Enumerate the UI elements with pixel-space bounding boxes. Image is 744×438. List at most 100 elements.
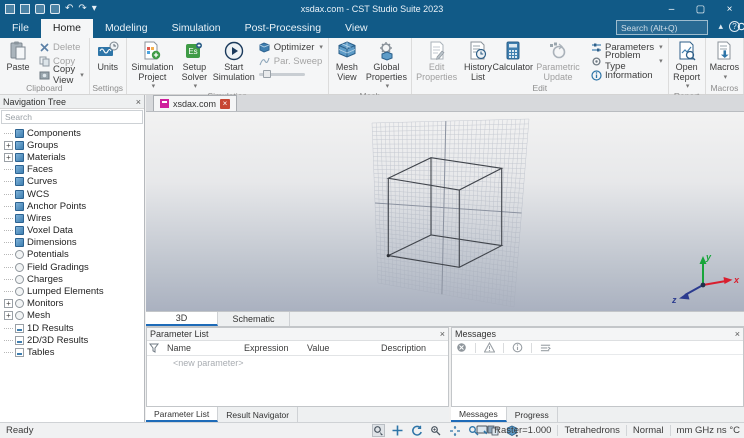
tab-view[interactable]: View [333, 19, 380, 38]
global-properties-button[interactable]: Global Properties ▾ [364, 39, 409, 91]
open-project-icon[interactable] [20, 4, 30, 14]
tab-3d[interactable]: 3D [146, 312, 218, 326]
minimize-button[interactable]: – [657, 0, 686, 18]
info-filter-icon[interactable] [512, 342, 523, 353]
undo-icon[interactable]: ↶ [65, 4, 73, 14]
copy-view-button[interactable]: Copy View ▾ [35, 64, 87, 86]
message-options-icon[interactable] [540, 342, 551, 353]
start-simulation-button[interactable]: Start Simulation [213, 39, 255, 83]
tab-file[interactable]: File [0, 19, 41, 38]
tree-item-curves[interactable]: Curves [4, 176, 144, 188]
tree-item-faces[interactable]: Faces [4, 164, 144, 176]
column-name[interactable]: Name [165, 343, 242, 353]
mesh-type-field[interactable]: Tetrahedrons [564, 425, 619, 436]
tree-item-voxel-data[interactable]: Voxel Data [4, 225, 144, 237]
tab-parameter-list[interactable]: Parameter List [146, 407, 219, 422]
history-list-button[interactable]: History List [460, 39, 495, 83]
column-description[interactable]: Description [379, 343, 448, 353]
optimizer-button[interactable]: Optimizer ▾ [256, 40, 326, 54]
tree-item-1d-results[interactable]: 1D Results [4, 322, 144, 334]
slider-handle[interactable] [262, 70, 271, 78]
tree-item-dimensions[interactable]: Dimensions [4, 237, 144, 249]
tree-item-materials[interactable]: + Materials [4, 151, 144, 163]
pan-tool-icon[interactable] [391, 424, 404, 437]
new-parameter-row[interactable]: <new parameter> [147, 356, 448, 369]
tree-item-potentials[interactable]: Potentials [4, 249, 144, 261]
tab-messages[interactable]: Messages [451, 407, 507, 422]
tree-item-anchor-points[interactable]: Anchor Points [4, 200, 144, 212]
tab-progress[interactable]: Progress [507, 407, 558, 422]
messages-close-icon[interactable]: × [735, 329, 740, 339]
macros-button[interactable]: Macros ▾ [708, 39, 742, 82]
zoom-window-icon[interactable] [429, 424, 442, 437]
tab-simulation[interactable]: Simulation [160, 19, 233, 38]
document-close-icon[interactable]: × [220, 98, 231, 109]
tree-item-lumped-elements[interactable]: Lumped Elements [4, 285, 144, 297]
close-button[interactable]: × [715, 0, 744, 18]
information-button[interactable]: Information [587, 68, 666, 82]
expand-icon[interactable]: + [4, 299, 13, 309]
tree-item-wcs[interactable]: WCS [4, 188, 144, 200]
units-button[interactable]: Units [92, 39, 124, 74]
save-icon[interactable] [35, 4, 45, 14]
tree-item-wires[interactable]: Wires [4, 212, 144, 224]
filter-icon[interactable] [147, 343, 165, 353]
tree-search-box[interactable] [1, 110, 143, 124]
tree-item-charges[interactable]: Charges [4, 273, 144, 285]
select-tool-icon[interactable] [372, 424, 385, 437]
edit-properties-button[interactable]: Edit Properties [414, 39, 459, 83]
calculator-button[interactable]: Calculator [493, 39, 533, 74]
expand-icon[interactable]: + [4, 152, 13, 162]
tree-item-groups[interactable]: + Groups [4, 139, 144, 151]
new-project-icon[interactable] [5, 4, 15, 14]
par-sweep-button[interactable]: Par. Sweep [256, 54, 326, 68]
column-expression[interactable]: Expression [242, 343, 305, 353]
column-value[interactable]: Value [305, 343, 379, 353]
delete-button[interactable]: Delete [35, 40, 87, 54]
save-all-icon[interactable] [50, 4, 60, 14]
qat-customize-icon[interactable]: ▾ [92, 4, 97, 14]
display-settings-icon[interactable] [475, 424, 488, 437]
document-tab[interactable]: xsdax.com × [153, 95, 238, 111]
tree-item-tables[interactable]: Tables [4, 346, 144, 358]
spin-view-icon[interactable] [448, 424, 461, 437]
tree-item-2d3d-results[interactable]: 2D/3D Results [4, 334, 144, 346]
warnings-filter-icon[interactable] [484, 342, 495, 353]
tab-modeling[interactable]: Modeling [93, 19, 160, 38]
status-text: Ready [6, 425, 34, 436]
maximize-button[interactable]: ▢ [686, 0, 715, 18]
rotate-tool-icon[interactable] [410, 424, 423, 437]
acceleration-slider[interactable] [258, 70, 305, 78]
help-icon[interactable]: ? [729, 21, 740, 32]
parametric-update-button[interactable]: Parametric Update [530, 39, 586, 83]
search-box[interactable] [616, 20, 744, 35]
collapse-ribbon-icon[interactable]: ▴ [718, 21, 723, 32]
setup-solver-button[interactable]: Es Setup Solver ▾ [177, 39, 212, 91]
tab-schematic[interactable]: Schematic [218, 312, 290, 326]
parameter-list-close-icon[interactable]: × [440, 329, 445, 339]
tab-post-processing[interactable]: Post-Processing [233, 19, 333, 38]
tree-item-label: Groups [27, 139, 59, 151]
redo-icon[interactable]: ↷ [78, 4, 86, 14]
units-field[interactable]: mm GHz ns °C [677, 425, 740, 436]
problem-type-icon [590, 55, 602, 67]
tab-result-navigator[interactable]: Result Navigator [218, 407, 299, 422]
tree-item-components[interactable]: Components [4, 127, 144, 139]
simulation-project-button[interactable]: Simulation Project ▾ [129, 39, 176, 91]
tree-search-input[interactable] [2, 112, 142, 122]
tree-item-monitors[interactable]: + Monitors [4, 298, 144, 310]
errors-filter-icon[interactable] [456, 342, 467, 353]
open-report-button[interactable]: Open Report ▾ [671, 39, 703, 91]
paste-button[interactable]: Paste [2, 39, 34, 74]
3d-viewport[interactable]: y x z [146, 112, 744, 311]
problem-type-button[interactable]: Problem Type ▾ [587, 50, 666, 72]
mode-field[interactable]: Normal [633, 425, 664, 436]
navigation-tree-close-icon[interactable]: × [136, 97, 141, 107]
tree-item-field-gradings[interactable]: Field Gradings [4, 261, 144, 273]
expand-icon[interactable]: + [4, 311, 13, 321]
expand-icon[interactable]: + [4, 140, 13, 150]
raster-field[interactable]: Raster=1.000 [494, 425, 551, 436]
mesh-view-button[interactable]: Mesh View [331, 39, 363, 83]
tree-item-mesh[interactable]: + Mesh [4, 310, 144, 322]
tab-home[interactable]: Home [40, 19, 93, 38]
